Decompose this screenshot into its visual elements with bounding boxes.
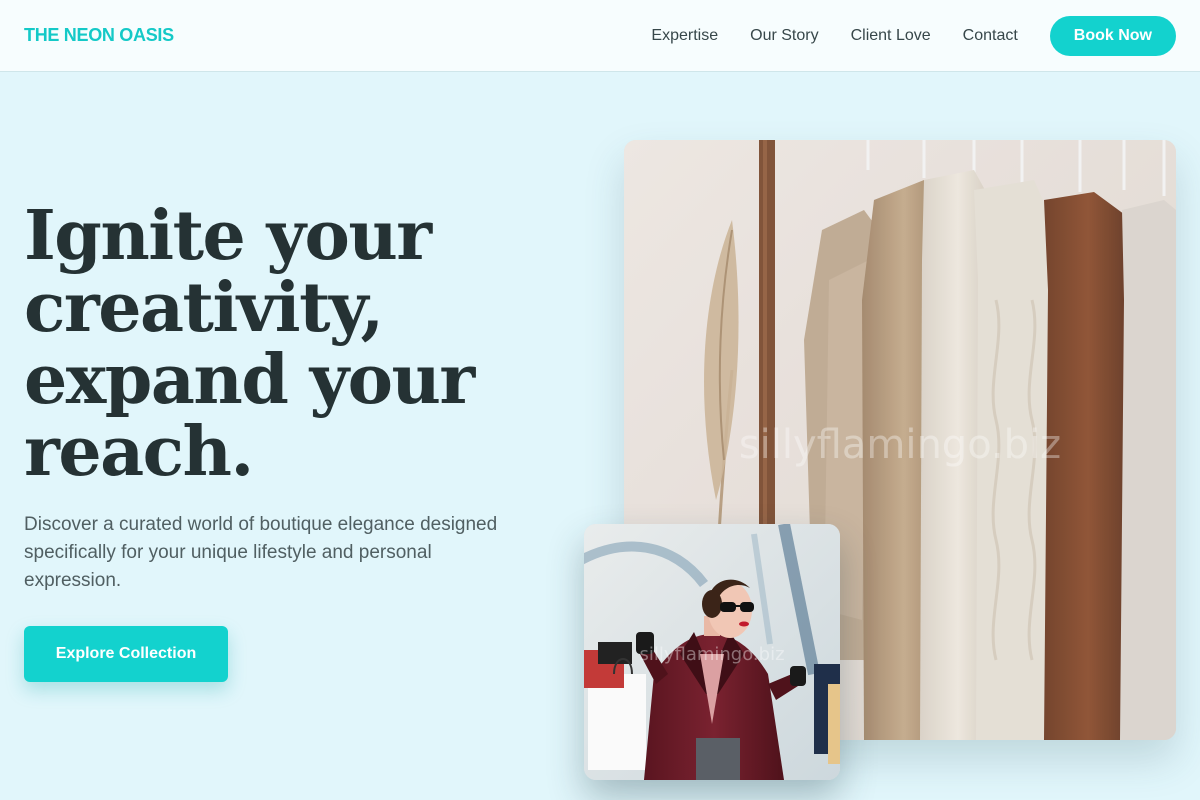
- hero-title-line: creativity,: [24, 268, 384, 348]
- shopper-photo: sillyflamingo.biz: [584, 524, 840, 780]
- hero-subtitle: Discover a curated world of boutique ele…: [24, 514, 498, 591]
- nav-link-client-love[interactable]: Client Love: [851, 27, 931, 45]
- hero-title-line: expand your: [24, 340, 475, 420]
- small-photo-watermark: sillyflamingo.biz: [639, 644, 784, 665]
- hero-title-line: Ignite your: [24, 196, 432, 276]
- site-header: THE NEON OASIS Expertise Our Story Clien…: [0, 0, 1200, 72]
- explore-collection-button[interactable]: Explore Collection: [24, 626, 228, 682]
- nav-link-contact[interactable]: Contact: [963, 27, 1018, 45]
- shopper-illustration: sillyflamingo.biz: [584, 524, 840, 780]
- hero-title: Ignite your creativity, expand your reac…: [24, 200, 544, 488]
- hero-title-line: reach.: [24, 412, 254, 492]
- nav-link-our-story[interactable]: Our Story: [750, 27, 818, 45]
- main-photo-watermark: sillyflamingo.biz: [739, 422, 1061, 468]
- main-nav: Expertise Our Story Client Love Contact …: [651, 15, 1176, 56]
- nav-link-expertise[interactable]: Expertise: [651, 27, 718, 45]
- brand-logo[interactable]: THE NEON OASIS: [24, 25, 174, 46]
- book-now-button[interactable]: Book Now: [1049, 15, 1176, 56]
